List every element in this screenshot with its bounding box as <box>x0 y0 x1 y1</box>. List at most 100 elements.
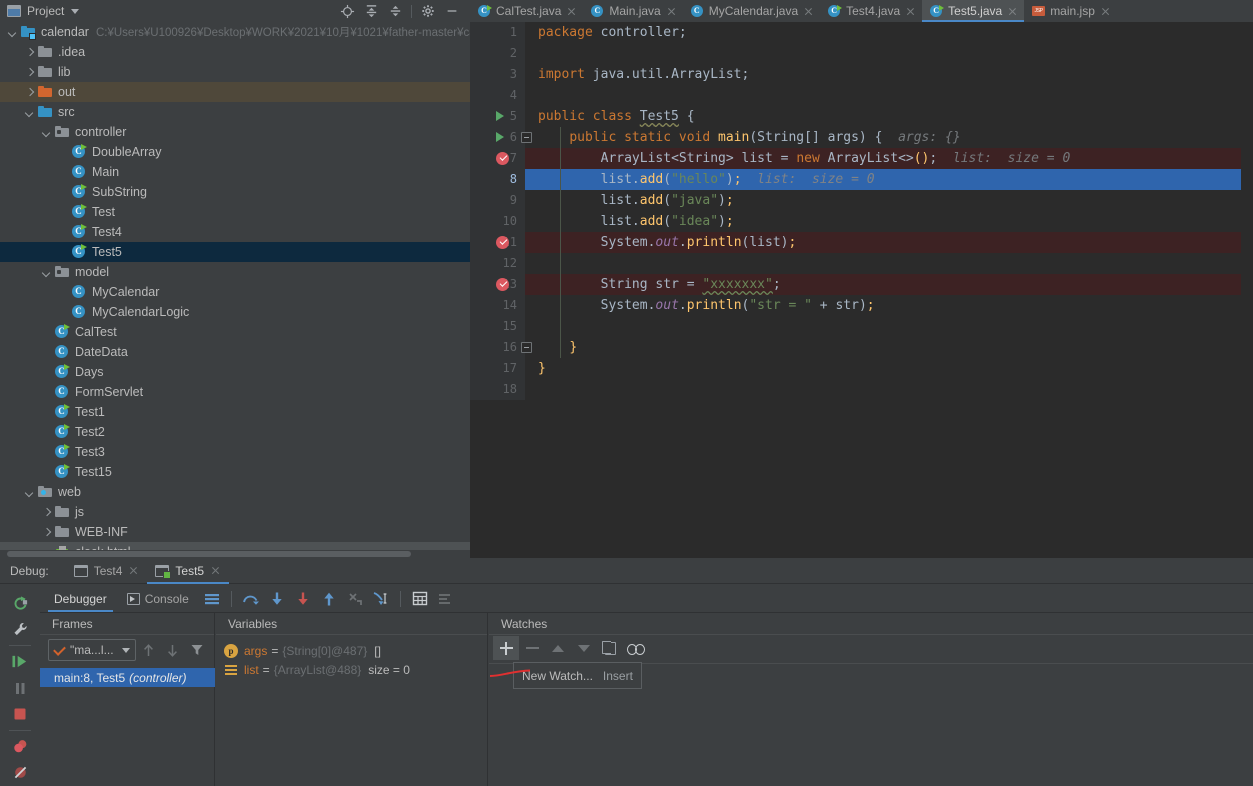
variables-list[interactable]: p args = {String[0]@487} [] list = {Arra… <box>216 635 487 679</box>
editor-tab-test5-java[interactable]: Test5.java <box>922 0 1025 22</box>
gear-icon[interactable] <box>416 0 440 22</box>
tree-item-lib[interactable]: lib <box>0 62 470 82</box>
tree-item-datedata[interactable]: DateData <box>0 342 470 362</box>
tree-item-clock-html[interactable]: clock.html <box>0 542 470 550</box>
expand-arrow-icon[interactable] <box>41 507 52 518</box>
code-line-7[interactable]: 7 ArrayList<String> list = new ArrayList… <box>470 148 1253 169</box>
chevron-down-icon[interactable] <box>121 647 130 653</box>
tree-item-controller[interactable]: controller <box>0 122 470 142</box>
close-icon[interactable] <box>128 565 139 576</box>
tree-item-test[interactable]: Test <box>0 202 470 222</box>
view-breakpoints-icon[interactable] <box>4 734 36 760</box>
tab-debugger[interactable]: Debugger <box>44 585 117 612</box>
stop-icon[interactable] <box>4 701 36 727</box>
step-out-icon[interactable] <box>316 586 342 612</box>
code-line-13[interactable]: 13 String str = "xxxxxxx"; <box>470 274 1253 295</box>
tree-item-formservlet[interactable]: FormServlet <box>0 382 470 402</box>
step-over-icon[interactable] <box>238 586 264 612</box>
drop-frame-icon[interactable] <box>342 586 368 612</box>
code-line-6[interactable]: 6 public static void main(String[] args)… <box>470 127 1253 148</box>
close-icon[interactable] <box>905 6 916 17</box>
code-line-10[interactable]: 10 list.add("idea"); <box>470 211 1253 232</box>
code-line-5[interactable]: 5 public class Test5 { <box>470 106 1253 127</box>
collapse-arrow-icon[interactable] <box>24 107 35 118</box>
tree-item-test5[interactable]: Test5 <box>0 242 470 262</box>
expand-arrow-icon[interactable] <box>41 527 52 538</box>
close-icon[interactable] <box>566 6 577 17</box>
code-line-12[interactable]: 12 <box>470 253 1253 274</box>
debug-session-tab-test5[interactable]: Test5 <box>147 558 229 584</box>
add-watch-icon[interactable] <box>493 636 519 660</box>
variable-row[interactable]: p args = {String[0]@487} [] <box>216 641 487 660</box>
code-line-3[interactable]: 3 import java.util.ArrayList; <box>470 64 1253 85</box>
tree-item-web-inf[interactable]: WEB-INF <box>0 522 470 542</box>
tree-item-substring[interactable]: SubString <box>0 182 470 202</box>
force-step-into-icon[interactable] <box>290 586 316 612</box>
frame-up-icon[interactable] <box>138 638 160 662</box>
mute-breakpoints-icon[interactable] <box>4 760 36 786</box>
code-line-8[interactable]: 8 list.add("hello"); list: size = 0 <box>470 169 1253 190</box>
code-line-9[interactable]: 9 list.add("java"); <box>470 190 1253 211</box>
tree-item-test4[interactable]: Test4 <box>0 222 470 242</box>
expand-arrow-icon[interactable] <box>24 87 35 98</box>
tree-item-calendar[interactable]: calendar C:¥Users¥U100926¥Desktop¥WORK¥20… <box>0 22 470 42</box>
editor-tab-main-jsp[interactable]: main.jsp <box>1024 0 1117 22</box>
move-up-icon[interactable] <box>545 636 571 660</box>
locate-target-icon[interactable] <box>335 0 359 22</box>
editor-tab-caltest-java[interactable]: CalTest.java <box>470 0 583 22</box>
tree-item-js[interactable]: js <box>0 502 470 522</box>
close-icon[interactable] <box>1007 6 1018 17</box>
scrollbar-thumb[interactable] <box>7 551 411 557</box>
hide-panel-icon[interactable] <box>440 0 464 22</box>
collapse-arrow-icon[interactable] <box>41 267 52 278</box>
expand-all-icon[interactable] <box>359 0 383 22</box>
tree-item-mycalendarlogic[interactable]: MyCalendarLogic <box>0 302 470 322</box>
project-tree[interactable]: calendar C:¥Users¥U100926¥Desktop¥WORK¥20… <box>0 22 470 550</box>
expand-arrow-icon[interactable] <box>24 47 35 58</box>
settings-wrench-icon[interactable] <box>4 616 36 642</box>
close-icon[interactable] <box>1100 6 1111 17</box>
frame-list-item[interactable]: main:8, Test5 (controller) <box>40 668 215 687</box>
tree-item-test15[interactable]: Test15 <box>0 462 470 482</box>
rerun-icon[interactable] <box>4 590 36 616</box>
editor-marker-strip[interactable] <box>1241 22 1253 558</box>
tree-item-src[interactable]: src <box>0 102 470 122</box>
editor-tab-main-java[interactable]: Main.java <box>583 0 682 22</box>
code-line-11[interactable]: 11 System.out.println(list); <box>470 232 1253 253</box>
settings-list-icon[interactable] <box>433 586 459 612</box>
code-line-15[interactable]: 15 <box>470 316 1253 337</box>
collapse-all-icon[interactable] <box>383 0 407 22</box>
collapse-arrow-icon[interactable] <box>24 487 35 498</box>
expand-arrow-icon[interactable] <box>24 67 35 78</box>
tree-item-doublearray[interactable]: DoubleArray <box>0 142 470 162</box>
debug-session-tab-test4[interactable]: Test4 <box>66 558 148 584</box>
frame-down-icon[interactable] <box>162 638 184 662</box>
code-line-17[interactable]: 17} <box>470 358 1253 379</box>
tree-item-model[interactable]: model <box>0 262 470 282</box>
remove-watch-icon[interactable] <box>519 636 545 660</box>
tree-item--idea[interactable]: .idea <box>0 42 470 62</box>
collapse-arrow-icon[interactable] <box>41 127 52 138</box>
code-line-14[interactable]: 14 System.out.println("str = " + str); <box>470 295 1253 316</box>
pause-program-icon[interactable] <box>4 675 36 701</box>
tree-item-web[interactable]: web <box>0 482 470 502</box>
close-icon[interactable] <box>210 565 221 576</box>
tab-console[interactable]: Console <box>117 585 199 612</box>
run-to-cursor-icon[interactable] <box>368 586 394 612</box>
close-icon[interactable] <box>666 6 677 17</box>
evaluate-expression-icon[interactable] <box>407 586 433 612</box>
tree-item-test2[interactable]: Test2 <box>0 422 470 442</box>
tree-item-out[interactable]: out <box>0 82 470 102</box>
code-editor[interactable]: 1 package controller; 2 3 import java.util.A… <box>470 22 1253 558</box>
tree-item-test3[interactable]: Test3 <box>0 442 470 462</box>
code-line-4[interactable]: 4 <box>470 85 1253 106</box>
thread-selector[interactable]: "ma...l... <box>48 639 136 661</box>
close-icon[interactable] <box>803 6 814 17</box>
tree-item-test1[interactable]: Test1 <box>0 402 470 422</box>
filter-icon[interactable] <box>186 638 208 662</box>
collapse-arrow-icon[interactable] <box>7 27 18 38</box>
variable-row[interactable]: list = {ArrayList@488} size = 0 <box>216 660 487 679</box>
code-line-1[interactable]: 1 package controller; <box>470 22 1253 43</box>
editor-tab-mycalendar-java[interactable]: MyCalendar.java <box>683 0 820 22</box>
move-down-icon[interactable] <box>571 636 597 660</box>
